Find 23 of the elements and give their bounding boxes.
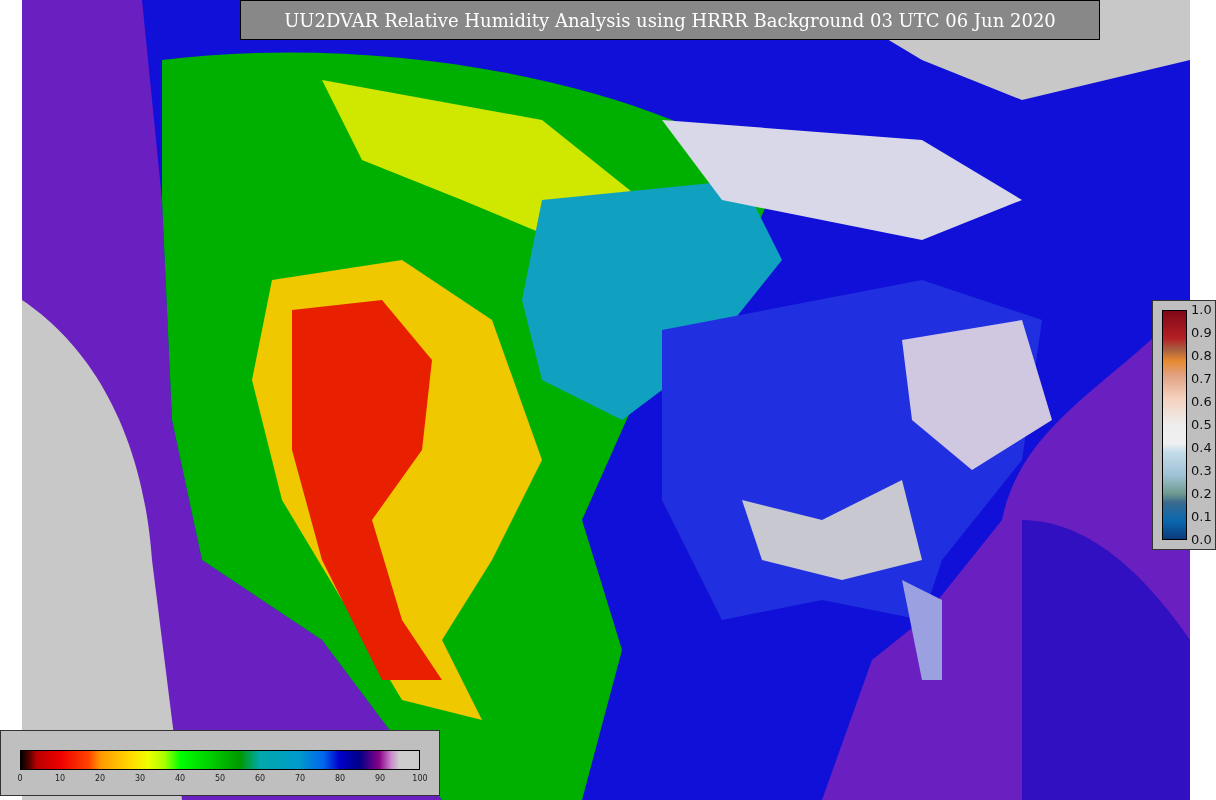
tick-label: 80 [333,774,347,783]
tick-label: 100 [411,774,429,783]
tick-label: 90 [373,774,387,783]
tick-label: 0.8 [1191,349,1212,363]
tick-label: 0.2 [1191,487,1212,501]
tick-label: 1.0 [1191,303,1212,317]
tick-label: 0.3 [1191,464,1212,478]
tick-label: 0.0 [1191,533,1212,547]
tick-label: 0.5 [1191,418,1212,432]
tick-label: 0.9 [1191,326,1212,340]
tick-label: 40 [173,774,187,783]
tick-label: 0.7 [1191,372,1212,386]
tick-label: 30 [133,774,147,783]
chart-title: UU2DVAR Relative Humidity Analysis using HRRR Background 03 UTC 06 Jun 2020 [240,0,1100,40]
tick-label: 70 [293,774,307,783]
tick-label: 0.4 [1191,441,1212,455]
tick-label: 20 [93,774,107,783]
tick-label: 0.1 [1191,510,1212,524]
tick-label: 0 [16,774,24,783]
tick-label: 50 [213,774,227,783]
tick-label: 60 [253,774,267,783]
tick-label: 10 [53,774,67,783]
tick-label: 0.6 [1191,395,1212,409]
